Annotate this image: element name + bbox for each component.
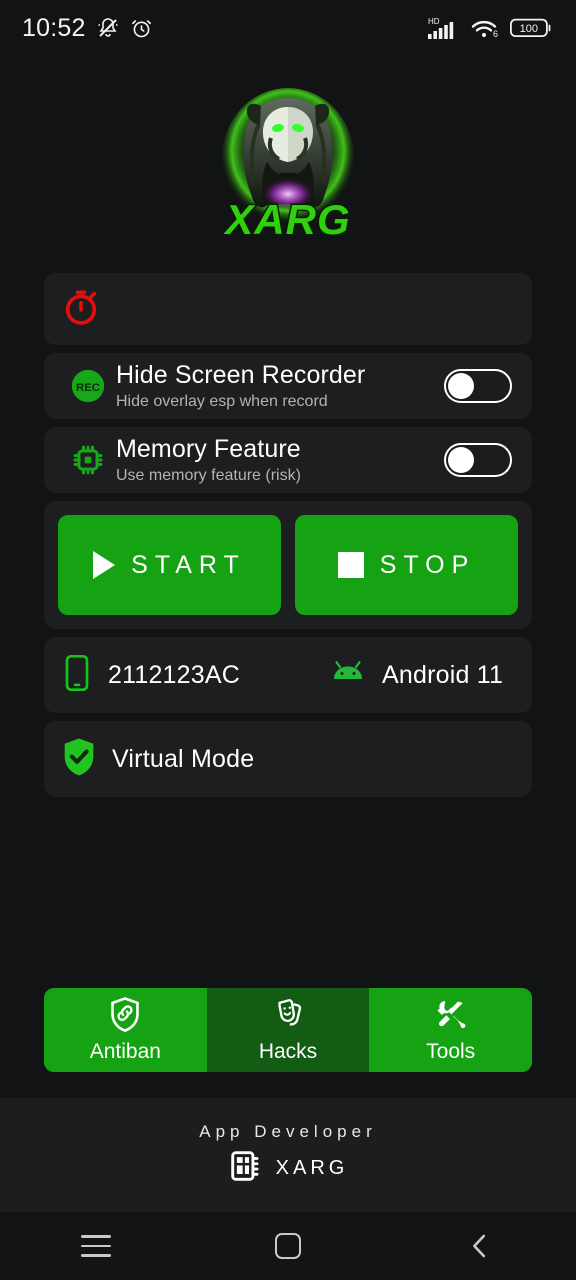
wifi-icon: 6	[471, 16, 501, 40]
tab-antiban[interactable]: Antiban	[44, 988, 207, 1072]
bottom-tab-bar: Antiban Hacks Tools	[44, 988, 532, 1072]
hide-screen-recorder-toggle[interactable]	[444, 369, 512, 403]
os-version-text: Android 11	[382, 660, 504, 689]
virtual-mode-card: Virtual Mode	[44, 721, 532, 797]
tab-antiban-label: Antiban	[89, 1040, 161, 1063]
alarm-icon	[130, 17, 153, 40]
app-screen: 10:52 HD 6 100 XARG REC Hide Screen Reco…	[0, 0, 576, 1280]
stopwatch-icon	[60, 286, 102, 333]
theater-masks-icon	[271, 996, 305, 1037]
android-icon	[328, 660, 368, 691]
status-bar-right: HD 6 100	[428, 15, 554, 41]
battery-level-text: 100	[520, 23, 538, 35]
bell-slash-icon	[96, 16, 120, 40]
virtual-mode-text: Virtual Mode	[112, 744, 255, 773]
recents-icon[interactable]	[0, 1235, 192, 1257]
setting-subtitle: Use memory feature (risk)	[116, 466, 301, 484]
stop-button-label: STOP	[379, 550, 476, 579]
device-model-text: 2112123AC	[108, 660, 241, 689]
status-bar-left: 10:52	[22, 14, 153, 43]
status-bar: 10:52 HD 6 100	[0, 0, 576, 56]
shield-link-icon	[108, 996, 142, 1037]
action-buttons-card: START STOP	[44, 501, 532, 629]
device-model-group: 2112123AC	[60, 653, 328, 698]
chip-card-icon	[228, 1148, 264, 1189]
cellular-signal-icon: HD	[428, 15, 462, 41]
timer-card	[44, 273, 532, 345]
tab-hacks-label: Hacks	[258, 1040, 318, 1063]
memory-feature-toggle[interactable]	[444, 443, 512, 477]
app-logo: XARG	[0, 56, 576, 271]
status-bar-clock: 10:52	[22, 13, 86, 42]
os-version-group: Android 11	[328, 660, 503, 691]
setting-title: Memory Feature	[116, 434, 301, 463]
developer-label: App Developer	[199, 1121, 377, 1141]
svg-text:HD: HD	[428, 17, 440, 26]
setting-subtitle: Hide overlay esp when record	[116, 392, 328, 410]
device-info-card: 2112123AC Android 11	[44, 637, 532, 713]
stop-icon	[337, 552, 364, 578]
setting-row-hide-screen-recorder[interactable]: REC Hide Screen Recorder Hide overlay es…	[44, 353, 532, 419]
shield-check-icon	[60, 736, 98, 783]
svg-text:REC: REC	[76, 382, 100, 394]
tab-hacks[interactable]: Hacks	[206, 988, 370, 1072]
memory-chip-icon	[60, 442, 116, 478]
virtual-mode-group: Virtual Mode	[60, 736, 254, 783]
back-icon[interactable]	[384, 1231, 576, 1261]
android-nav-bar	[0, 1212, 576, 1280]
home-icon[interactable]	[192, 1233, 384, 1259]
setting-title: Hide Screen Recorder	[116, 360, 366, 389]
logo-wordmark: XARG	[223, 196, 350, 243]
battery-icon: 100	[510, 17, 554, 39]
smartphone-icon	[60, 653, 94, 698]
developer-name: XARG	[275, 1156, 349, 1179]
svg-text:6: 6	[493, 29, 498, 39]
tab-tools-label: Tools	[426, 1040, 476, 1063]
tools-icon	[434, 996, 468, 1037]
setting-row-memory-feature[interactable]: Memory Feature Use memory feature (risk)	[44, 427, 532, 493]
developer-row: XARG	[228, 1148, 349, 1189]
start-button[interactable]: START	[58, 515, 281, 615]
footer-bar: App Developer XARG	[0, 1098, 576, 1212]
rec-icon: REC	[60, 367, 116, 405]
play-icon	[93, 551, 116, 579]
stop-button[interactable]: STOP	[295, 515, 518, 615]
start-button-label: START	[131, 550, 246, 579]
tab-tools[interactable]: Tools	[369, 988, 532, 1072]
